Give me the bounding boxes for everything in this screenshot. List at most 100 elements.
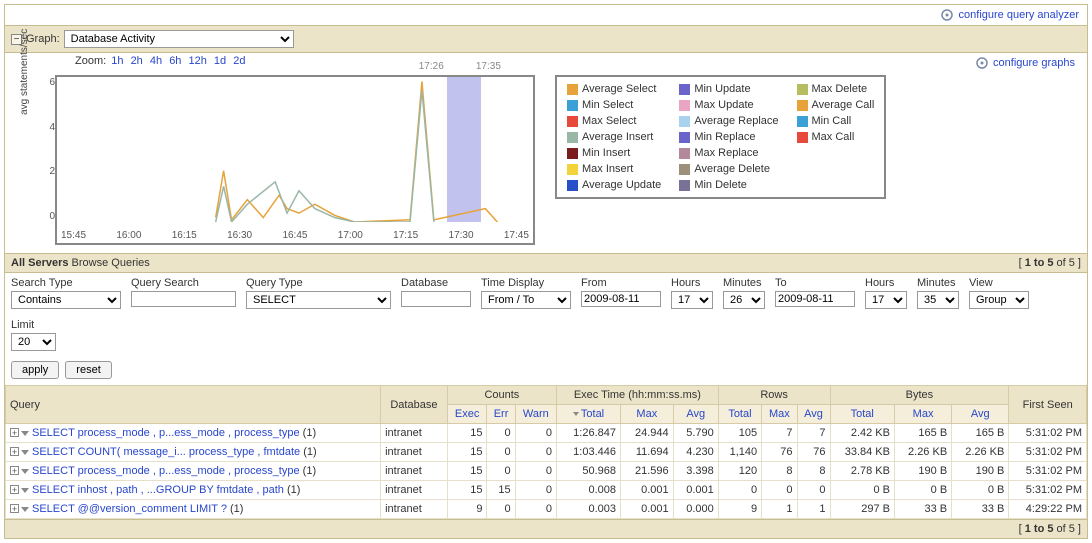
col-exec[interactable]: Exec bbox=[447, 405, 487, 424]
graph-select[interactable]: Database Activity bbox=[64, 30, 294, 48]
query-link[interactable]: SELECT COUNT( message_i... process_type … bbox=[32, 446, 300, 458]
zoom-12h[interactable]: 12h bbox=[189, 55, 207, 67]
query-link[interactable]: SELECT inhost , path , ...GROUP BY fmtda… bbox=[32, 484, 284, 496]
cell: 0 bbox=[515, 462, 556, 481]
zoom-4h[interactable]: 4h bbox=[150, 55, 162, 67]
from-hours-select[interactable]: 17 bbox=[671, 291, 713, 309]
dropdown-icon[interactable] bbox=[21, 450, 29, 455]
cell: 76 bbox=[797, 443, 830, 462]
time-display-select[interactable]: From / To bbox=[481, 291, 571, 309]
col-r-total[interactable]: Total bbox=[718, 405, 761, 424]
view-select[interactable]: Group bbox=[969, 291, 1029, 309]
legend-label: Max Select bbox=[582, 115, 636, 127]
cell: 9 bbox=[447, 500, 487, 519]
search-type-select[interactable]: Contains bbox=[11, 291, 121, 309]
chart-plot-area[interactable]: 6420 17:2617:35 15:4516:0016:1516:3016:4… bbox=[55, 75, 535, 245]
limit-select[interactable]: 20 bbox=[11, 333, 56, 351]
query-search-input[interactable] bbox=[131, 291, 236, 307]
query-type-select[interactable]: SELECT bbox=[246, 291, 391, 309]
cell: 165 B bbox=[952, 424, 1009, 443]
legend-label: Average Update bbox=[582, 179, 661, 191]
zoom-2h[interactable]: 2h bbox=[131, 55, 143, 67]
cell: intranet bbox=[381, 500, 448, 519]
x-ticks: 15:4516:0016:1516:3016:4517:0017:1517:30… bbox=[57, 230, 533, 241]
col-b-max[interactable]: Max bbox=[894, 405, 951, 424]
cell: 9 bbox=[718, 500, 761, 519]
zoom-1h[interactable]: 1h bbox=[111, 55, 123, 67]
col-r-avg[interactable]: Avg bbox=[797, 405, 830, 424]
legend-item: Average Call bbox=[797, 99, 875, 111]
expand-icon[interactable]: + bbox=[10, 466, 19, 475]
col-query[interactable]: Query bbox=[6, 386, 381, 424]
legend-swatch bbox=[679, 84, 690, 95]
legend-item: Max Select bbox=[567, 115, 661, 127]
col-r-max[interactable]: Max bbox=[762, 405, 797, 424]
graph-section-header: − Graph: Database Activity bbox=[5, 25, 1087, 53]
cell: 0 B bbox=[894, 481, 951, 500]
legend-swatch bbox=[679, 180, 690, 191]
zoom-6h[interactable]: 6h bbox=[169, 55, 181, 67]
reset-button[interactable]: reset bbox=[65, 361, 111, 379]
cell: 0 bbox=[487, 462, 515, 481]
colgroup-rows: Rows bbox=[718, 386, 830, 405]
cell: 8 bbox=[797, 462, 830, 481]
zoom-1d[interactable]: 1d bbox=[214, 55, 226, 67]
expand-icon[interactable]: + bbox=[10, 428, 19, 437]
apply-button[interactable]: apply bbox=[11, 361, 59, 379]
to-hours-select[interactable]: 17 bbox=[865, 291, 907, 309]
cell: 1 bbox=[762, 500, 797, 519]
col-et-total[interactable]: Total bbox=[557, 405, 621, 424]
dropdown-icon[interactable] bbox=[21, 507, 29, 512]
from-date-input[interactable] bbox=[581, 291, 661, 307]
legend-item: Average Insert bbox=[567, 131, 661, 143]
cell: 1:26.847 bbox=[557, 424, 621, 443]
cell: 0.001 bbox=[673, 481, 718, 500]
cell: 0 bbox=[762, 481, 797, 500]
chart-svg bbox=[57, 77, 533, 222]
dropdown-icon[interactable] bbox=[21, 469, 29, 474]
query-link[interactable]: SELECT process_mode , p...ess_mode , pro… bbox=[32, 427, 300, 439]
col-et-avg[interactable]: Avg bbox=[673, 405, 718, 424]
query-type-label: Query Type bbox=[246, 277, 391, 289]
legend-item: Average Replace bbox=[679, 115, 778, 127]
col-database[interactable]: Database bbox=[381, 386, 448, 424]
cell: 0.001 bbox=[621, 481, 674, 500]
expand-icon[interactable]: + bbox=[10, 504, 19, 513]
col-err[interactable]: Err bbox=[487, 405, 515, 424]
database-input[interactable] bbox=[401, 291, 471, 307]
col-et-max[interactable]: Max bbox=[621, 405, 674, 424]
col-warn[interactable]: Warn bbox=[515, 405, 556, 424]
to-date-input[interactable] bbox=[775, 291, 855, 307]
cell: 0 bbox=[797, 481, 830, 500]
cell: 165 B bbox=[894, 424, 951, 443]
dropdown-icon[interactable] bbox=[21, 431, 29, 436]
configure-query-analyzer-link[interactable]: configure query analyzer bbox=[959, 9, 1079, 21]
cell: 0.000 bbox=[673, 500, 718, 519]
cell: 3.398 bbox=[673, 462, 718, 481]
dropdown-icon[interactable] bbox=[21, 488, 29, 493]
cell: 7 bbox=[762, 424, 797, 443]
legend-swatch bbox=[797, 116, 808, 127]
col-firstseen[interactable]: First Seen bbox=[1009, 386, 1087, 424]
cell: 0 B bbox=[952, 481, 1009, 500]
expand-icon[interactable]: + bbox=[10, 447, 19, 456]
cell: 1,140 bbox=[718, 443, 761, 462]
table-row: + SELECT process_mode , p...ess_mode , pr… bbox=[6, 424, 1087, 443]
zoom-2d[interactable]: 2d bbox=[233, 55, 245, 67]
query-link[interactable]: SELECT @@version_comment LIMIT ? bbox=[32, 503, 227, 515]
cell: 50.968 bbox=[557, 462, 621, 481]
col-b-avg[interactable]: Avg bbox=[952, 405, 1009, 424]
legend-swatch bbox=[567, 164, 578, 175]
query-search-label: Query Search bbox=[131, 277, 236, 289]
gear-icon bbox=[941, 9, 953, 21]
to-minutes-select[interactable]: 35 bbox=[917, 291, 959, 309]
time-display-label: Time Display bbox=[481, 277, 571, 289]
from-minutes-select[interactable]: 26 bbox=[723, 291, 765, 309]
query-link[interactable]: SELECT process_mode , p...ess_mode , pro… bbox=[32, 465, 300, 477]
col-b-total[interactable]: Total bbox=[830, 405, 894, 424]
expand-icon[interactable]: + bbox=[10, 485, 19, 494]
legend-label: Min Call bbox=[812, 115, 852, 127]
cell: 5:31:02 PM bbox=[1009, 424, 1087, 443]
cell: 190 B bbox=[894, 462, 951, 481]
cell: 4:29:22 PM bbox=[1009, 500, 1087, 519]
